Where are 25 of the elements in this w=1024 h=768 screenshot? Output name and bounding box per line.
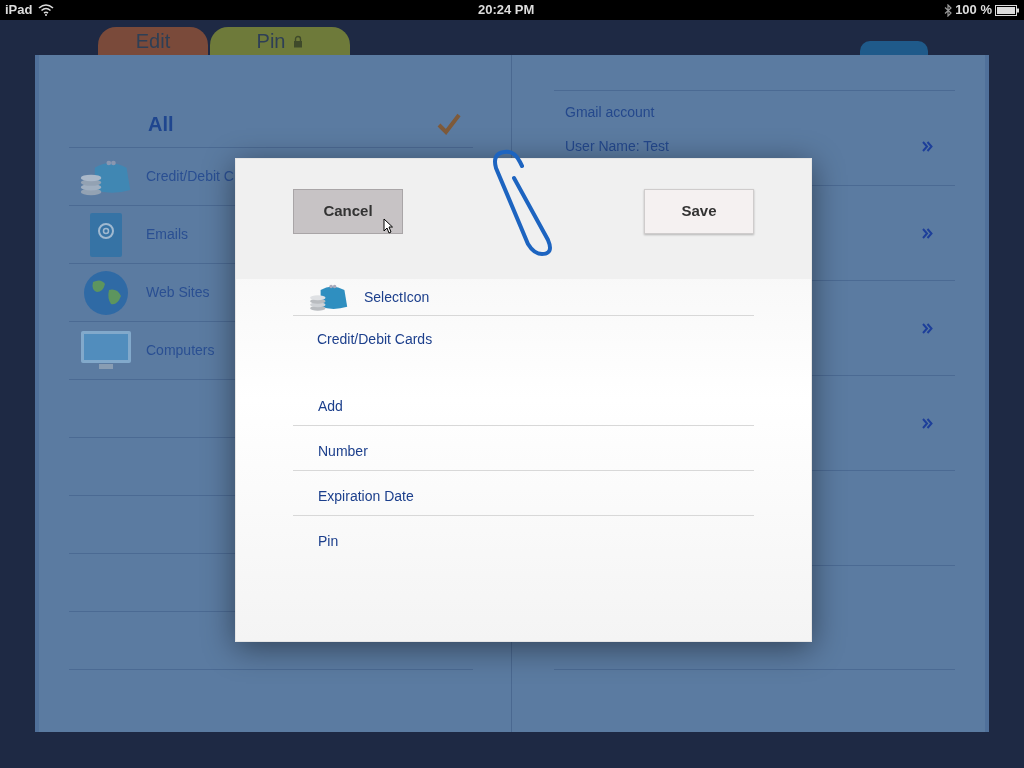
field-label[interactable]: Add: [318, 395, 343, 417]
device-name: iPad: [5, 1, 33, 20]
field-label[interactable]: Pin: [318, 531, 339, 552]
cancel-button[interactable]: Cancel: [293, 189, 403, 234]
category-value: Credit/Debit Cards: [317, 331, 433, 347]
select-icon-label[interactable]: SelectIcon: [364, 286, 430, 308]
top-right-tab[interactable]: [860, 41, 928, 55]
double-chevron-icon[interactable]: [922, 227, 933, 239]
double-chevron-icon[interactable]: [922, 417, 933, 429]
battery-percent: 100 %: [955, 1, 992, 20]
tab[interactable]: Edit: [98, 27, 208, 55]
wifi-icon: [38, 4, 55, 16]
field-label[interactable]: Expiration Date: [318, 485, 414, 507]
field-label[interactable]: Number: [318, 440, 368, 462]
clock: 20:24 PM: [478, 1, 535, 20]
lock-icon: [293, 34, 304, 48]
double-chevron-icon[interactable]: [922, 322, 933, 334]
bluetooth-icon: [944, 3, 953, 17]
globe-icon: [83, 269, 129, 316]
battery-icon: [995, 4, 1019, 16]
all-category-heading[interactable]: All: [148, 108, 174, 139]
save-button[interactable]: Save: [644, 189, 754, 234]
mouse-pointer-icon: [383, 218, 393, 234]
tab[interactable]: Pin: [210, 27, 350, 55]
double-chevron-icon[interactable]: [922, 141, 933, 152]
